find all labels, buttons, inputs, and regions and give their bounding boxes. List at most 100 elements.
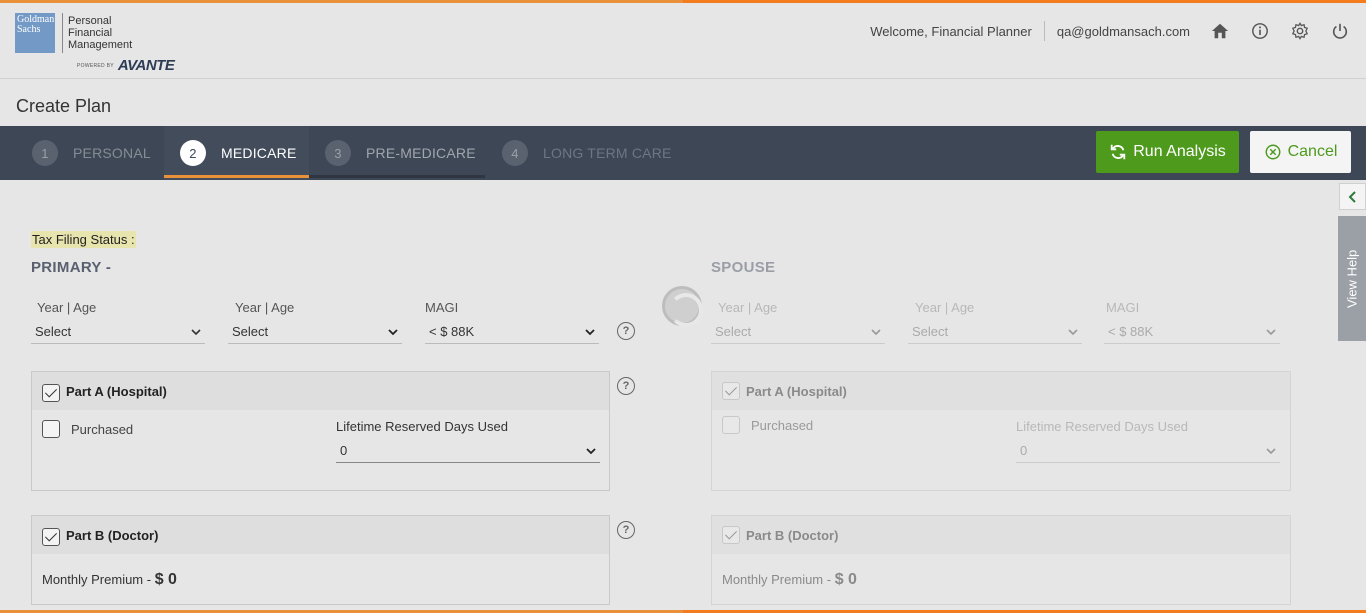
page-title: Create Plan (16, 96, 112, 116)
part-a-checkbox[interactable] (722, 382, 740, 400)
premium-value: $ 0 (154, 571, 177, 588)
selected-value: Select (912, 324, 949, 339)
chevron-down-icon (388, 329, 398, 336)
selected-value: Select (715, 324, 752, 339)
close-circle-icon (1265, 144, 1281, 160)
spouse-heading: SPOUSE (711, 259, 776, 276)
welcome-text: Welcome, Financial Planner (870, 23, 1032, 39)
power-icon[interactable] (1330, 21, 1350, 41)
part-a-checkbox[interactable] (42, 384, 60, 402)
gear-icon[interactable] (1290, 21, 1310, 41)
part-a-help-icon[interactable]: ? (617, 377, 635, 395)
spouse-year-age-label-1: Year | Age (718, 300, 778, 315)
refresh-icon (1111, 144, 1126, 160)
loading-spinner-icon (662, 286, 703, 327)
spouse-magi-label: MAGI (1106, 300, 1140, 315)
purchased-checkbox[interactable] (722, 416, 740, 434)
step-long-term-care[interactable]: 4 LONG TERM CARE (502, 126, 672, 180)
spouse-magi-select[interactable]: < $ 88K (1104, 320, 1280, 344)
run-analysis-button[interactable]: Run Analysis (1096, 131, 1239, 173)
app-header: Goldman Sachs Personal Financial Manageme… (0, 3, 1366, 79)
selected-value: Select (232, 324, 269, 339)
goldman-sachs-logo: Goldman Sachs (15, 13, 55, 53)
logo-divider (62, 13, 63, 53)
monthly-premium: Monthly Premium - $ 0 (722, 571, 857, 589)
part-b-title: Part B (Doctor) (746, 527, 839, 543)
selected-value: 0 (340, 443, 348, 458)
step-number: 1 (32, 140, 58, 166)
spouse-part-a-card: Part A (Hospital) Purchased Lifetime Res… (711, 371, 1291, 491)
spouse-part-b-card: Part B (Doctor) Monthly Premium - $ 0 (711, 515, 1291, 605)
magi-help-icon[interactable]: ? (617, 322, 635, 340)
part-b-checkbox[interactable] (722, 526, 740, 544)
step-medicare[interactable]: 2 MEDICARE (164, 126, 309, 180)
selected-value: Select (35, 324, 72, 339)
step-number: 4 (502, 140, 528, 166)
user-email: qa@goldmansach.com (1056, 23, 1190, 39)
primary-year-age-label-1: Year | Age (37, 300, 97, 315)
part-b-header: Part B (Doctor) (32, 516, 609, 554)
premium-value: $ 0 (834, 571, 857, 588)
premium-label: Monthly Premium - (42, 572, 155, 587)
purchased-row: Purchased (722, 416, 813, 434)
chevron-down-icon (1068, 329, 1078, 336)
step-personal[interactable]: 1 PERSONAL (32, 126, 151, 180)
info-icon[interactable] (1250, 21, 1270, 41)
spouse-year-age-select-1[interactable]: Select (711, 320, 885, 344)
divider (1043, 21, 1045, 41)
primary-part-b-card: Part B (Doctor) Monthly Premium - $ 0 (31, 515, 610, 605)
step-label: LONG TERM CARE (543, 145, 672, 161)
purchased-label: Purchased (751, 417, 814, 433)
part-a-header: Part A (Hospital) (712, 372, 1290, 410)
avante-logo: AVANTE (117, 57, 175, 74)
step-underline (309, 175, 485, 178)
powered-by-label: POWERED BY (77, 62, 114, 69)
purchased-checkbox[interactable] (42, 420, 60, 438)
step-label: PERSONAL (73, 145, 151, 161)
user-area: Welcome, Financial Planner qa@goldmansac… (870, 21, 1350, 41)
tax-filing-status-label: Tax Filing Status : (31, 231, 136, 248)
chevron-left-icon (1348, 190, 1356, 203)
primary-part-a-card: Part A (Hospital) Purchased Lifetime Res… (31, 371, 610, 491)
brand-name: Personal Financial Management (68, 15, 148, 51)
step-number: 3 (325, 140, 351, 166)
step-label: MEDICARE (221, 145, 297, 161)
chevron-down-icon (585, 329, 595, 336)
chevron-down-icon (1266, 448, 1276, 455)
primary-heading: PRIMARY - (31, 259, 112, 276)
chevron-down-icon (1266, 329, 1276, 336)
cancel-button[interactable]: Cancel (1250, 131, 1351, 173)
part-b-help-icon[interactable]: ? (617, 521, 635, 539)
collapse-panel-button[interactable] (1339, 183, 1366, 210)
step-number: 2 (180, 140, 206, 166)
purchased-row: Purchased (42, 420, 133, 438)
lifetime-reserved-select[interactable]: 0 (1016, 439, 1280, 463)
purchased-label: Purchased (71, 421, 134, 437)
step-pre-medicare[interactable]: 3 PRE-MEDICARE (309, 126, 485, 180)
part-b-checkbox[interactable] (42, 528, 60, 546)
home-icon[interactable] (1210, 21, 1230, 41)
step-label: PRE-MEDICARE (366, 145, 476, 161)
cancel-label: Cancel (1287, 143, 1338, 160)
active-step-underline (164, 175, 309, 178)
view-help-tab[interactable]: View Help (1338, 216, 1366, 341)
chevron-down-icon (871, 329, 881, 336)
part-a-header: Part A (Hospital) (32, 372, 609, 410)
part-b-header: Part B (Doctor) (712, 516, 1290, 554)
primary-year-age-label-2: Year | Age (235, 300, 295, 315)
spouse-year-age-select-2[interactable]: Select (908, 320, 1082, 344)
primary-magi-label: MAGI (425, 300, 459, 315)
spouse-year-age-label-2: Year | Age (915, 300, 975, 315)
brand-line-3: Management (68, 39, 133, 51)
part-b-title: Part B (Doctor) (66, 527, 159, 543)
part-a-title: Part A (Hospital) (66, 383, 167, 399)
primary-year-age-select-2[interactable]: Select (228, 320, 402, 344)
primary-year-age-select-1[interactable]: Select (31, 320, 205, 344)
selected-value: < $ 88K (429, 324, 475, 339)
lifetime-reserved-select[interactable]: 0 (336, 439, 600, 463)
selected-value: < $ 88K (1108, 324, 1154, 339)
part-a-title: Part A (Hospital) (746, 383, 847, 399)
brand-line-2: Financial (68, 27, 113, 39)
primary-magi-select[interactable]: < $ 88K (425, 320, 599, 344)
lifetime-reserved-label: Lifetime Reserved Days Used (1016, 419, 1188, 434)
